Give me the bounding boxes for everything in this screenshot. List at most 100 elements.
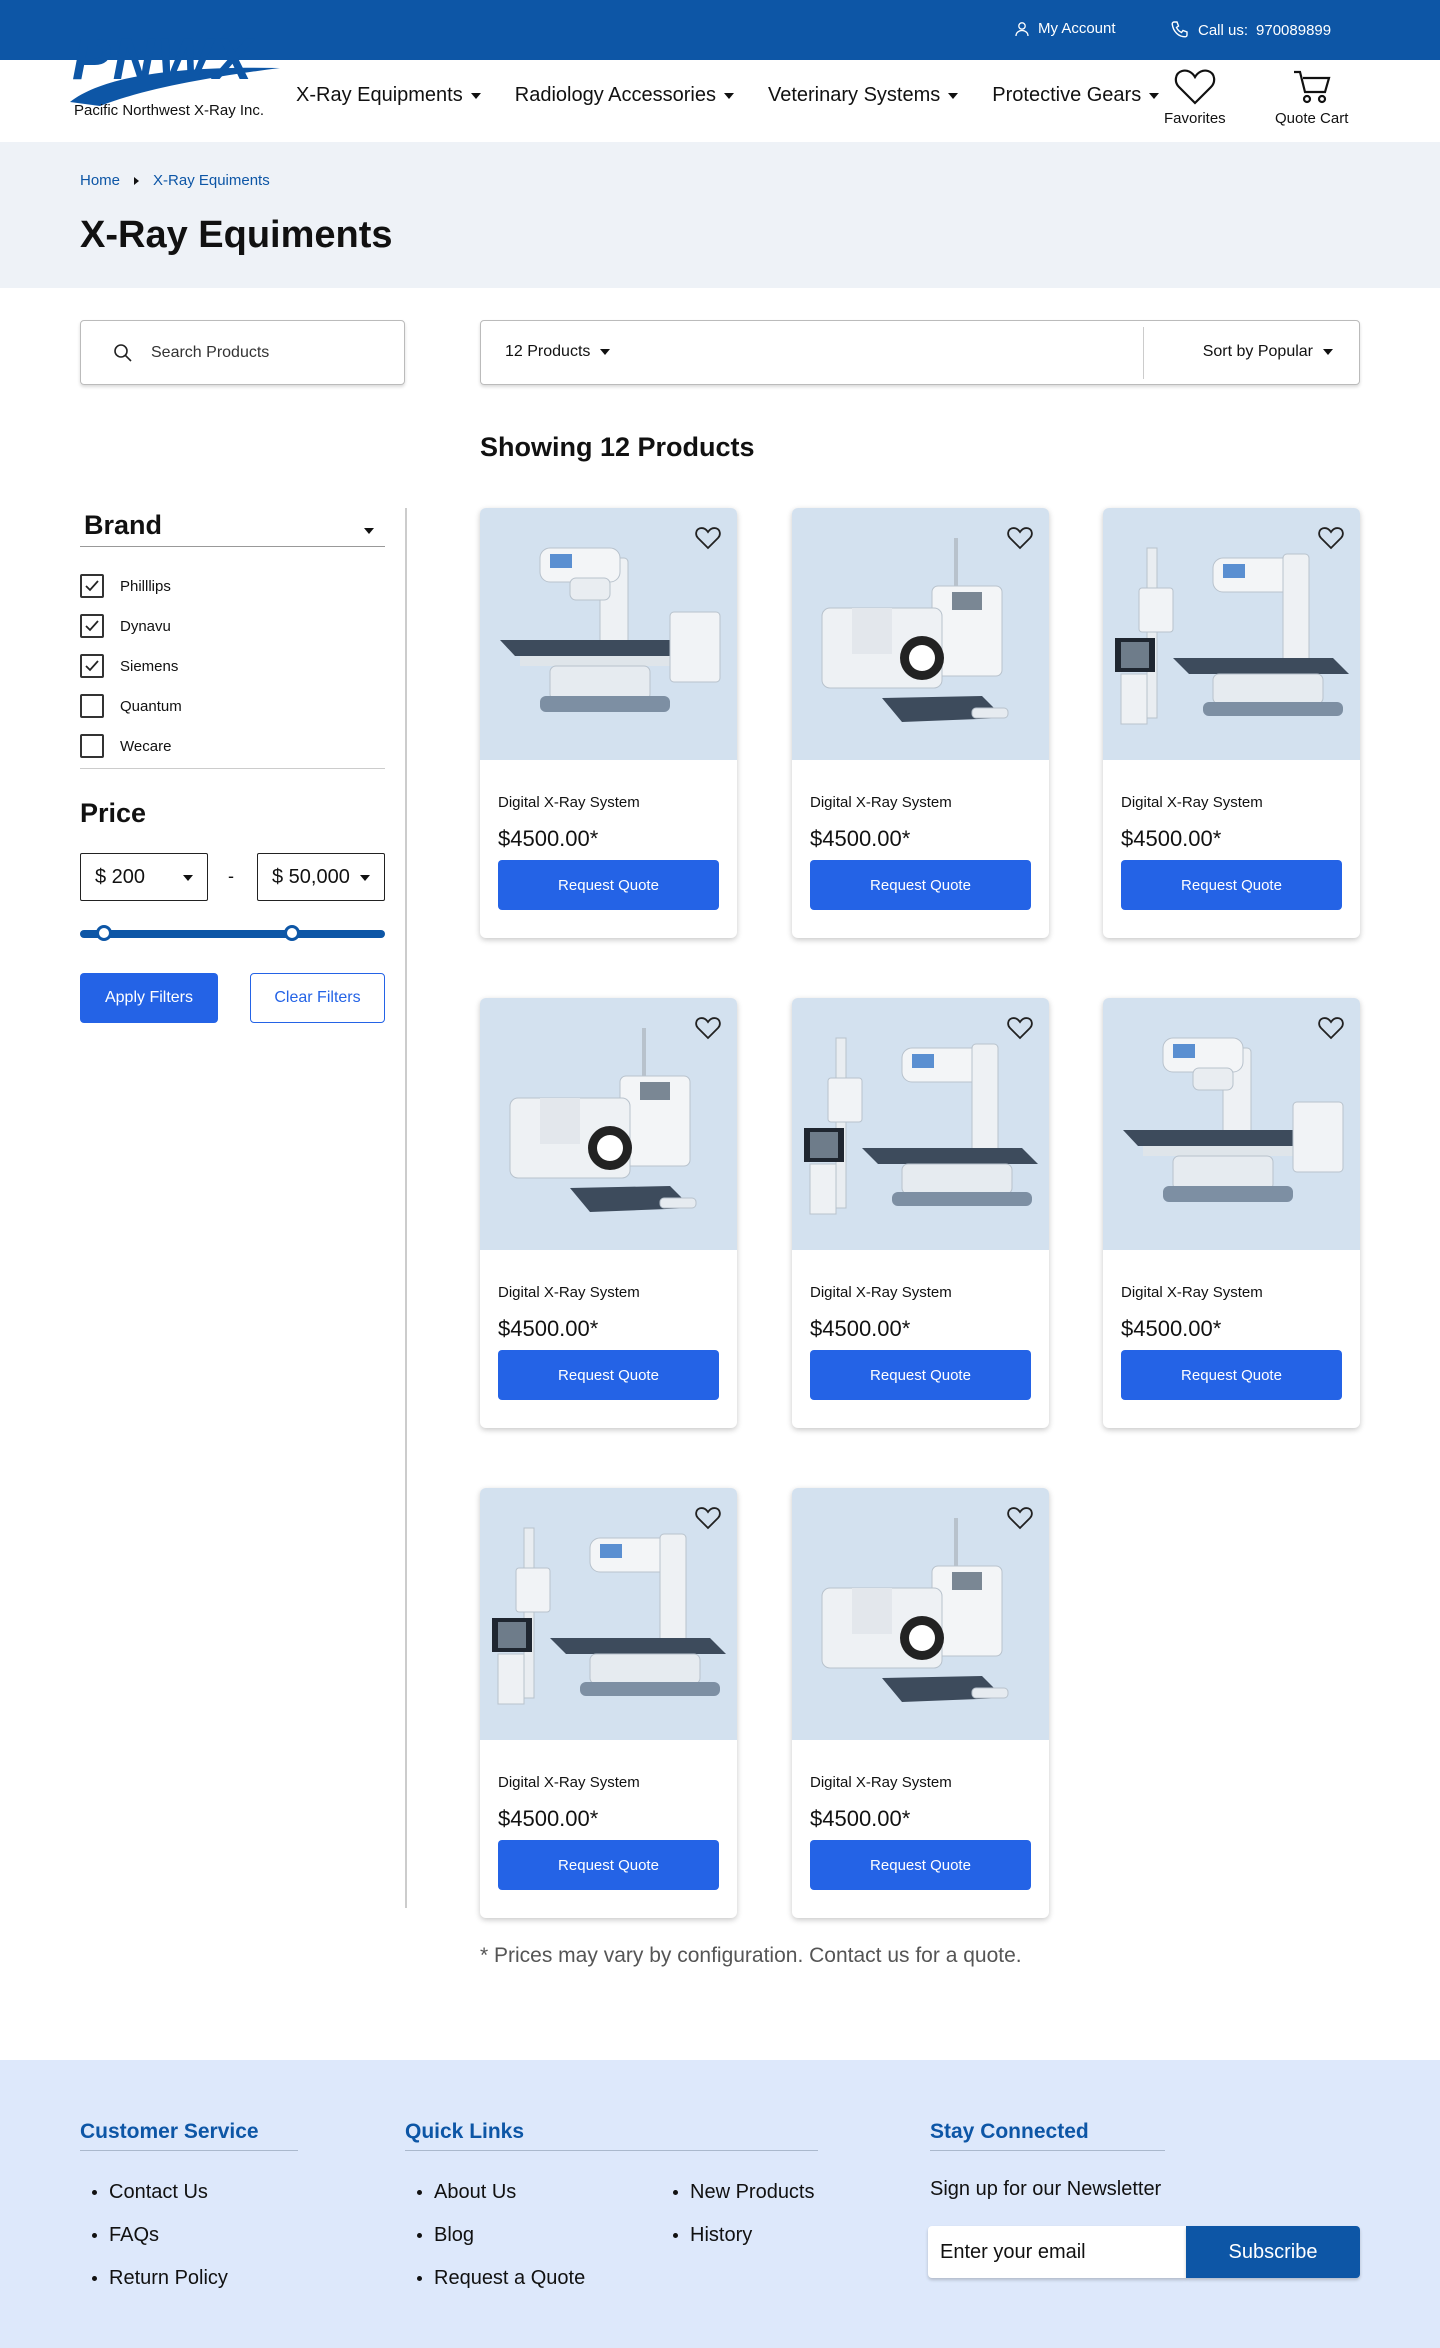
footer-link-contact[interactable]: Contact Us xyxy=(92,2171,228,2214)
favorites-button[interactable]: Favorites xyxy=(1164,68,1226,127)
chevron-down-icon xyxy=(1323,349,1333,355)
nav-radiology-accessories[interactable]: Radiology Accessories xyxy=(515,84,734,107)
my-account-link[interactable]: My Account xyxy=(1014,20,1116,37)
brand-option-dynavu[interactable]: Dynavu xyxy=(80,606,182,646)
heart-icon[interactable] xyxy=(1318,1016,1344,1045)
logo[interactable]: PNWX Pacific Northwest X-Ray Inc. xyxy=(66,30,286,130)
call-us-link[interactable]: Call us: 970089899 xyxy=(1170,20,1331,40)
product-name[interactable]: Digital X-Ray System xyxy=(498,1284,640,1301)
nav-protective-gears[interactable]: Protective Gears xyxy=(992,84,1160,107)
request-quote-button[interactable]: Request Quote xyxy=(810,1350,1031,1400)
product-count-dropdown[interactable]: 12 Products xyxy=(505,343,611,361)
chevron-down-icon xyxy=(470,92,481,99)
search-box[interactable]: Search Products xyxy=(80,320,405,385)
brand-filter-toggle[interactable]: Brand xyxy=(84,510,384,541)
product-card[interactable]: Digital X-Ray System $4500.00* Request Q… xyxy=(792,998,1049,1428)
price-max-select[interactable]: $ 50,000 xyxy=(257,853,385,901)
request-quote-button[interactable]: Request Quote xyxy=(810,1840,1031,1890)
search-input[interactable]: Search Products xyxy=(151,344,269,362)
phone-icon xyxy=(1171,21,1188,38)
checkbox[interactable] xyxy=(80,654,104,678)
checkbox[interactable] xyxy=(80,614,104,638)
bullet xyxy=(417,2276,422,2281)
quote-cart-button[interactable]: Quote Cart xyxy=(1275,68,1348,127)
logo-text: PNWX xyxy=(72,27,254,92)
heart-icon[interactable] xyxy=(695,1506,721,1535)
request-quote-button[interactable]: Request Quote xyxy=(1121,860,1342,910)
logo-subtitle: Pacific Northwest X-Ray Inc. xyxy=(74,102,265,119)
price-min-select[interactable]: $ 200 xyxy=(80,853,208,901)
footer-link-new-products[interactable]: New Products xyxy=(673,2171,815,2214)
request-quote-button[interactable]: Request Quote xyxy=(810,860,1031,910)
brand-option-quantum[interactable]: Quantum xyxy=(80,686,182,726)
footer-link-faqs[interactable]: FAQs xyxy=(92,2214,228,2257)
sidebar-divider xyxy=(405,508,407,1908)
breadcrumb-home[interactable]: Home xyxy=(80,172,120,189)
slider-handle-max[interactable] xyxy=(284,925,300,941)
page-title: X-Ray Equiments xyxy=(80,214,393,256)
favorites-label: Favorites xyxy=(1164,110,1226,127)
price-filter-title: Price xyxy=(80,798,147,828)
quick-links-col2: New Products History xyxy=(673,2171,815,2257)
cart-icon xyxy=(1293,70,1331,104)
heart-icon[interactable] xyxy=(1007,526,1033,555)
footer-link-about[interactable]: About Us xyxy=(417,2171,585,2214)
email-field[interactable] xyxy=(928,2226,1186,2278)
price-disclaimer: * Prices may vary by configuration. Cont… xyxy=(480,1944,1022,1967)
brand-option-label: Siemens xyxy=(120,657,179,675)
sort-dropdown[interactable]: Sort by Popular xyxy=(1203,343,1333,361)
request-quote-button[interactable]: Request Quote xyxy=(1121,1350,1342,1400)
toolbar-divider xyxy=(1143,327,1144,379)
product-card[interactable]: Digital X-Ray System $4500.00* Request Q… xyxy=(1103,998,1360,1428)
heart-icon[interactable] xyxy=(1318,526,1344,555)
product-card[interactable]: Digital X-Ray System $4500.00* Request Q… xyxy=(480,1488,737,1918)
brand-option-phillips[interactable]: Philllips xyxy=(80,566,182,606)
product-card[interactable]: Digital X-Ray System $4500.00* Request Q… xyxy=(792,1488,1049,1918)
brand-option-siemens[interactable]: Siemens xyxy=(80,646,182,686)
nav-xray-equipments[interactable]: X-Ray Equipments xyxy=(296,84,481,107)
nav-veterinary-systems[interactable]: Veterinary Systems xyxy=(768,84,959,107)
product-name[interactable]: Digital X-Ray System xyxy=(498,1774,640,1791)
brand-option-wecare[interactable]: Wecare xyxy=(80,726,182,766)
request-quote-button[interactable]: Request Quote xyxy=(498,1840,719,1890)
subscribe-button[interactable]: Subscribe xyxy=(1186,2226,1360,2278)
product-card[interactable]: Digital X-Ray System $4500.00* Request Q… xyxy=(792,508,1049,938)
product-name[interactable]: Digital X-Ray System xyxy=(1121,1284,1263,1301)
quick-links-col1: About Us Blog Request a Quote xyxy=(417,2171,585,2300)
product-card[interactable]: Digital X-Ray System $4500.00* Request Q… xyxy=(480,508,737,938)
product-card[interactable]: Digital X-Ray System $4500.00* Request Q… xyxy=(1103,508,1360,938)
request-quote-button[interactable]: Request Quote xyxy=(498,1350,719,1400)
request-quote-button[interactable]: Request Quote xyxy=(498,860,719,910)
checkbox[interactable] xyxy=(80,694,104,718)
footer-link-label: Return Policy xyxy=(109,2267,228,2289)
product-name[interactable]: Digital X-Ray System xyxy=(1121,794,1263,811)
product-name[interactable]: Digital X-Ray System xyxy=(810,1284,952,1301)
clear-filters-button[interactable]: Clear Filters xyxy=(250,973,385,1023)
footer-link-history[interactable]: History xyxy=(673,2214,815,2257)
newsletter-label: Sign up for our Newsletter xyxy=(930,2178,1162,2200)
breadcrumb-current[interactable]: X-Ray Equiments xyxy=(153,172,270,189)
footer-link-return-policy[interactable]: Return Policy xyxy=(92,2257,228,2300)
footer-link-blog[interactable]: Blog xyxy=(417,2214,585,2257)
footer-link-request-quote[interactable]: Request a Quote xyxy=(417,2257,585,2300)
apply-filters-button[interactable]: Apply Filters xyxy=(80,973,218,1023)
checkbox[interactable] xyxy=(80,734,104,758)
quote-cart-label: Quote Cart xyxy=(1275,110,1349,127)
brand-filter-title: Brand xyxy=(84,510,163,540)
product-card[interactable]: Digital X-Ray System $4500.00* Request Q… xyxy=(480,998,737,1428)
slider-handle-min[interactable] xyxy=(96,925,112,941)
heart-icon[interactable] xyxy=(1007,1016,1033,1045)
checkbox[interactable] xyxy=(80,574,104,598)
heart-icon[interactable] xyxy=(1007,1506,1033,1535)
chevron-down-icon xyxy=(360,875,370,881)
product-name[interactable]: Digital X-Ray System xyxy=(498,794,640,811)
heart-icon[interactable] xyxy=(695,1016,721,1045)
brand-option-label: Dynavu xyxy=(120,617,171,635)
customer-service-links: Contact Us FAQs Return Policy xyxy=(92,2171,228,2300)
price-range-slider[interactable] xyxy=(80,925,385,941)
product-name[interactable]: Digital X-Ray System xyxy=(810,1774,952,1791)
product-name[interactable]: Digital X-Ray System xyxy=(810,794,952,811)
heart-icon[interactable] xyxy=(695,526,721,555)
bullet xyxy=(417,2233,422,2238)
brand-option-label: Wecare xyxy=(120,737,172,755)
